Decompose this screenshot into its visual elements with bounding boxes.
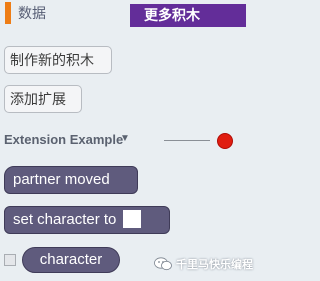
watermark-text: 千里马快乐编程: [176, 259, 253, 271]
character-reporter-block[interactable]: character: [22, 247, 120, 273]
set-character-command-block[interactable]: set character to: [4, 206, 170, 234]
reporter-checkbox[interactable]: [4, 254, 16, 266]
category-more-blocks[interactable]: 更多积木: [130, 4, 246, 27]
blocks-palette: 数据 更多积木 制作新的积木 添加扩展 Extension Example ▼ …: [0, 0, 254, 281]
character-input-slot[interactable]: [122, 209, 141, 228]
wechat-icon: [154, 257, 172, 271]
category-data-label: 数据: [18, 5, 46, 21]
command-block-label: set character to: [13, 211, 117, 228]
category-data[interactable]: 数据: [5, 2, 46, 24]
status-indicator-icon[interactable]: [217, 133, 233, 149]
extension-divider: [164, 140, 210, 141]
add-extension-button[interactable]: 添加扩展: [4, 85, 82, 113]
partner-moved-hat-block[interactable]: partner moved: [4, 166, 138, 194]
category-data-swatch: [5, 2, 11, 24]
extension-header: Extension Example ▼: [4, 128, 250, 152]
extension-title: Extension Example: [4, 132, 124, 147]
reporter-block-label: character: [39, 251, 103, 268]
make-block-button[interactable]: 制作新的积木: [4, 46, 112, 74]
category-bar: 数据 更多积木: [0, 0, 254, 30]
dropdown-arrow-icon[interactable]: ▼: [120, 133, 130, 144]
watermark: 千里马快乐编程: [154, 256, 253, 272]
hat-block-label: partner moved: [13, 171, 110, 188]
